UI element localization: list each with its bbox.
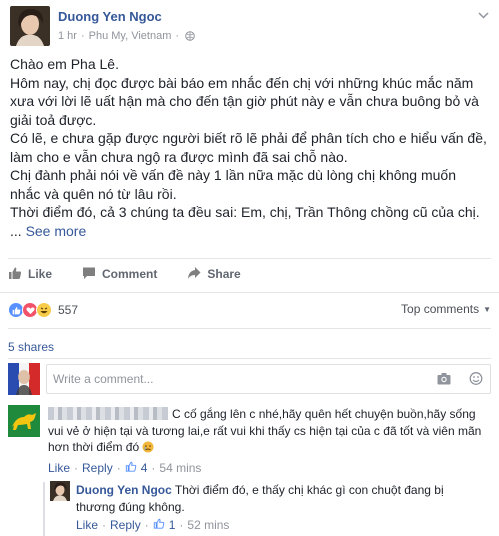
author-name[interactable]: Duong Yen Ngoc xyxy=(58,9,162,24)
composer-icons xyxy=(437,372,483,390)
post-time[interactable]: 1 hr xyxy=(58,30,77,42)
cry-emoji-icon xyxy=(142,440,154,454)
comment-button[interactable]: Comment xyxy=(82,264,157,284)
comment-actions: Like · Reply · 4 · 54 mins xyxy=(48,461,201,475)
post-location[interactable]: Phu My, Vietnam xyxy=(89,30,172,42)
camera-icon[interactable] xyxy=(437,372,451,390)
chevron-down-icon[interactable] xyxy=(478,10,489,22)
divider xyxy=(0,292,499,293)
top-comments-label: Top comments xyxy=(401,302,480,316)
thumbs-up-icon[interactable] xyxy=(125,461,137,475)
post-actions: Like Comment Share xyxy=(8,264,241,284)
separator: · xyxy=(116,461,121,475)
like-label: Like xyxy=(28,267,53,281)
meta-separator: · xyxy=(80,30,85,42)
facebook-post: Duong Yen Ngoc 1 hr · Phu My, Vietnam · … xyxy=(0,0,499,536)
see-more-link[interactable]: See more xyxy=(26,223,87,239)
separator: · xyxy=(179,518,184,532)
emoji-icon[interactable] xyxy=(469,372,483,390)
comment-reply-link[interactable]: Reply xyxy=(82,461,113,475)
globe-icon[interactable] xyxy=(185,31,195,41)
comment-input[interactable] xyxy=(46,364,491,394)
haha-reaction-icon xyxy=(36,302,52,318)
post-header: Duong Yen Ngoc 1 hr · Phu My, Vietnam · xyxy=(10,6,489,46)
separator: · xyxy=(102,518,107,532)
comment-like-link[interactable]: Like xyxy=(48,461,70,475)
post-body: Chào em Pha Lê. Hôm nay, chị đọc được bà… xyxy=(10,55,490,240)
comment-text-block: C cố gắng lên c nhé,hãy quên hết chuyện … xyxy=(48,406,488,456)
reply-text-block: Duong Yen Ngoc Thời điểm đó, e thấy chị … xyxy=(76,482,476,515)
commenter-name-blurred[interactable] xyxy=(48,407,168,420)
divider xyxy=(8,358,491,359)
post-paragraph: Hôm nay, chị đọc được bài báo em nhắc đế… xyxy=(10,74,479,128)
meta-separator: · xyxy=(175,30,180,42)
shares-count[interactable]: 5 shares xyxy=(8,340,54,354)
share-button[interactable]: Share xyxy=(187,264,241,284)
reply-thread-line xyxy=(43,482,45,536)
post-paragraph: Có lẽ, e chưa gặp được người biết rõ lẽ … xyxy=(10,130,487,165)
reply-time[interactable]: 52 mins xyxy=(187,518,229,532)
post-meta: 1 hr · Phu My, Vietnam · xyxy=(58,30,195,42)
current-user-avatar[interactable] xyxy=(8,363,40,395)
divider xyxy=(8,328,491,329)
caret-down-icon: ▼ xyxy=(483,304,491,314)
share-icon xyxy=(187,266,201,283)
comment-icon xyxy=(82,266,96,283)
divider xyxy=(8,258,491,259)
post-paragraph: Thời điểm đó, cả 3 chúng ta đều sai: Em,… xyxy=(10,204,480,220)
separator: · xyxy=(151,461,156,475)
like-button[interactable]: Like xyxy=(8,264,52,284)
author-avatar[interactable] xyxy=(10,6,50,46)
thumbs-up-icon xyxy=(8,266,22,283)
separator: · xyxy=(74,461,79,475)
reply-author-name[interactable]: Duong Yen Ngoc xyxy=(76,483,172,497)
reply-author-avatar[interactable] xyxy=(50,481,70,501)
separator: · xyxy=(144,518,149,532)
comment-like-count[interactable]: 4 xyxy=(141,461,148,475)
comment-label: Comment xyxy=(102,267,158,281)
share-label: Share xyxy=(207,267,241,281)
commenter-avatar[interactable] xyxy=(8,405,40,437)
post-paragraph: Chị đành phải nói về vấn đề này 1 lần nữ… xyxy=(10,167,457,202)
top-comments-dropdown[interactable]: Top comments ▼ xyxy=(401,302,491,316)
ellipsis: ... xyxy=(10,222,22,239)
reactions-summary[interactable]: 557 xyxy=(8,301,78,319)
comment-time[interactable]: 54 mins xyxy=(159,461,201,475)
reply-actions: Like · Reply · 1 · 52 mins xyxy=(76,518,229,532)
reaction-count: 557 xyxy=(58,303,79,317)
thumbs-up-icon[interactable] xyxy=(153,518,165,532)
reply-like-count[interactable]: 1 xyxy=(169,518,176,532)
reply-reply-link[interactable]: Reply xyxy=(110,518,141,532)
comment-composer xyxy=(8,363,491,395)
see-more-line: ... See more xyxy=(10,222,490,241)
reply-like-link[interactable]: Like xyxy=(76,518,98,532)
post-paragraph: Chào em Pha Lê. xyxy=(10,56,119,72)
